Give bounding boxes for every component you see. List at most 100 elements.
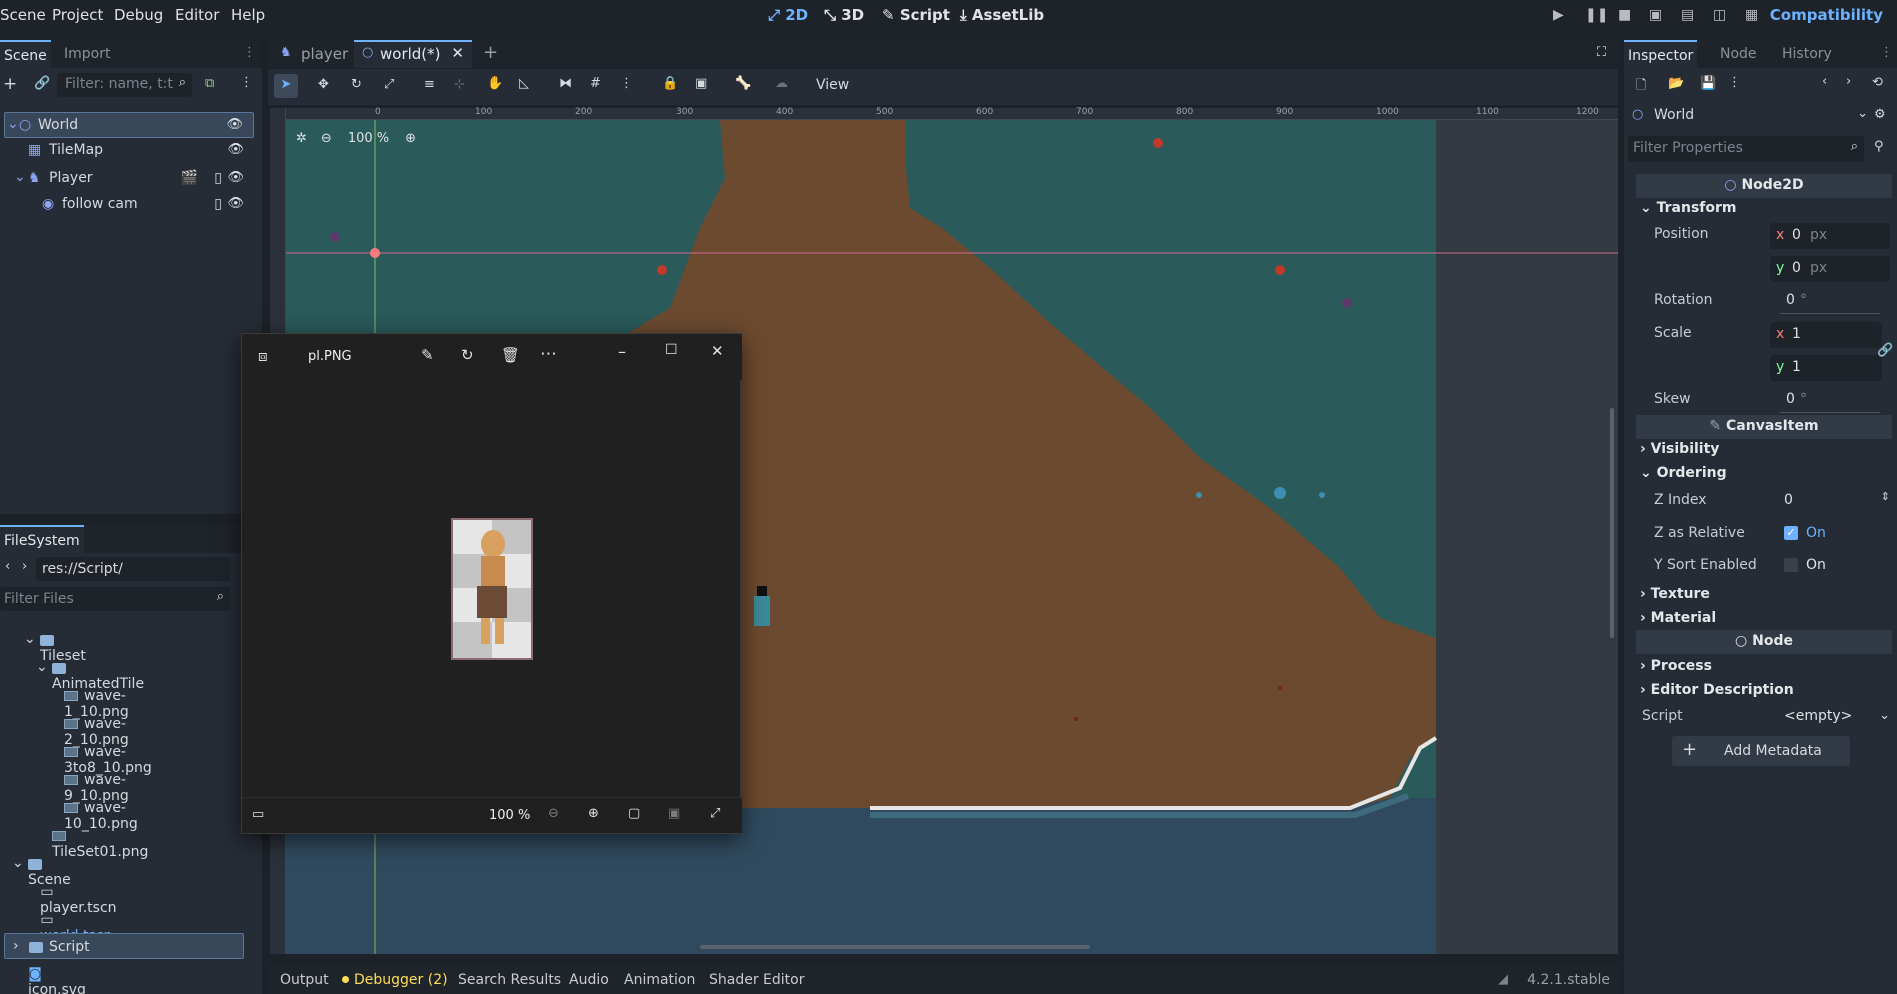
group-ordering[interactable]: ⌄ Ordering: [1640, 465, 1727, 481]
minimize-icon[interactable]: –: [618, 342, 626, 361]
zoom-out-icon[interactable]: ⊖: [321, 131, 332, 146]
rotate-icon[interactable]: ↻: [461, 346, 474, 364]
expand-icon[interactable]: ⌄: [12, 855, 24, 871]
expand-icon[interactable]: ⌄: [7, 116, 19, 132]
view-menu[interactable]: View: [816, 77, 849, 93]
tree-item-world[interactable]: ⌄ ○ World 👁: [4, 112, 254, 138]
tab-history[interactable]: History: [1778, 40, 1836, 68]
more-options-icon[interactable]: ⋯: [540, 344, 557, 364]
stop-icon[interactable]: ■: [1618, 7, 1631, 23]
movie-maker-icon[interactable]: ▦: [1745, 7, 1758, 23]
save-resource-icon[interactable]: 💾: [1700, 76, 1716, 91]
center-view-icon[interactable]: ✲: [296, 131, 307, 146]
z-index-spinbox[interactable]: 0 ⇕: [1776, 488, 1894, 514]
menu-help[interactable]: Help: [231, 6, 265, 24]
tab-debugger[interactable]: Debugger (2): [354, 972, 448, 988]
group-process[interactable]: › Process: [1640, 658, 1712, 674]
scale-y-field[interactable]: y 1: [1770, 355, 1882, 381]
play-scene-icon[interactable]: ▤: [1681, 7, 1694, 23]
dock-menu-icon[interactable]: ⋮: [243, 45, 256, 60]
tab-scene[interactable]: Scene: [0, 40, 51, 68]
resource-menu-icon[interactable]: ⋮: [1728, 75, 1741, 90]
workspace-3d-button[interactable]: ⤡ 3D: [824, 6, 864, 24]
script-icon[interactable]: ▯: [214, 196, 222, 212]
move-mode-icon[interactable]: ✥: [318, 77, 329, 92]
back-icon[interactable]: ‹: [5, 559, 10, 574]
tab-filesystem[interactable]: FileSystem: [0, 525, 84, 553]
smart-snap-icon[interactable]: ⧓: [559, 76, 572, 91]
tree-item-player[interactable]: ⌄ ♞ Player 🎬 ▯ 👁: [4, 166, 254, 192]
object-history-icon[interactable]: ⟲: [1872, 75, 1883, 90]
particles-icon[interactable]: ☁: [775, 76, 788, 91]
play-custom-icon[interactable]: ◫: [1713, 7, 1726, 23]
node-tools-icon[interactable]: ⚙: [1874, 107, 1886, 122]
remote-debug-icon[interactable]: ▣: [1649, 7, 1662, 23]
visibility-eye-icon[interactable]: 👁: [227, 196, 244, 211]
tab-output[interactable]: Output: [280, 972, 329, 988]
tab-audio[interactable]: Audio: [569, 972, 609, 988]
workspace-assetlib-button[interactable]: ⤓ AssetLib: [960, 6, 1044, 24]
open-resource-icon[interactable]: 📂: [1668, 76, 1684, 91]
ruler-mode-icon[interactable]: ◺: [519, 76, 529, 91]
play-icon[interactable]: ▶: [1553, 7, 1564, 23]
fs-path-field[interactable]: res://Script/: [36, 557, 230, 581]
scene-filter-input[interactable]: Filter: name, t:t ⌕: [57, 73, 192, 97]
node-selector[interactable]: ○ World ⌄: [1628, 104, 1868, 128]
skew-slider[interactable]: 0 °: [1780, 389, 1880, 413]
pan-mode-icon[interactable]: ✋: [487, 76, 503, 91]
visibility-eye-icon[interactable]: 👁: [227, 142, 244, 157]
position-y-field[interactable]: y 0 px: [1770, 256, 1890, 282]
filter-options-icon[interactable]: ⚲: [1874, 139, 1884, 154]
zoom-level[interactable]: 100 %: [348, 131, 389, 146]
menu-editor[interactable]: Editor: [175, 6, 219, 24]
fit-window-icon[interactable]: ▢: [628, 806, 640, 821]
open-scene-icon[interactable]: 🎬: [181, 170, 198, 186]
z-relative-checkbox[interactable]: ✓ On: [1776, 522, 1886, 546]
workspace-script-button[interactable]: ✎ Script: [882, 6, 950, 24]
spin-arrows-icon[interactable]: ⇕: [1881, 490, 1890, 503]
scale-x-field[interactable]: x 1: [1770, 322, 1882, 348]
link-icon[interactable]: 🔗: [34, 76, 50, 91]
snap-options-icon[interactable]: ⋮: [620, 76, 633, 91]
zoom-out-icon[interactable]: ⊖: [548, 806, 559, 821]
visibility-eye-icon[interactable]: 👁: [227, 170, 244, 185]
tab-node[interactable]: Node: [1716, 40, 1761, 68]
visibility-eye-icon[interactable]: 👁: [226, 117, 243, 132]
tab-world[interactable]: ○ world(*) ✕: [354, 40, 472, 68]
close-icon[interactable]: ✕: [711, 342, 724, 360]
history-forward-icon[interactable]: ›: [1846, 74, 1851, 89]
scale-mode-icon[interactable]: ⤢: [384, 77, 394, 92]
script-resource-picker[interactable]: <empty> ⌄: [1776, 704, 1892, 730]
new-resource-icon[interactable]: 🗋: [1636, 76, 1646, 98]
grid-snap-icon[interactable]: #: [590, 76, 601, 91]
list-select-icon[interactable]: ≡: [424, 77, 435, 92]
zoom-in-icon[interactable]: ⊕: [588, 806, 599, 821]
fullscreen-icon[interactable]: ⤢: [710, 806, 720, 821]
collapse-icon[interactable]: ›: [13, 938, 19, 954]
add-node-icon[interactable]: +: [3, 74, 17, 94]
link-scale-icon[interactable]: 🔗: [1877, 343, 1893, 358]
actual-size-icon[interactable]: ▣: [668, 806, 680, 821]
maximize-icon[interactable]: ☐: [665, 342, 678, 358]
pause-icon[interactable]: ❚❚: [1585, 7, 1608, 23]
menu-project[interactable]: Project: [52, 6, 103, 24]
rotation-slider[interactable]: 0 °: [1780, 290, 1880, 314]
group-material[interactable]: › Material: [1640, 610, 1716, 626]
position-x-field[interactable]: x 0 px: [1770, 223, 1890, 249]
forward-icon[interactable]: ›: [22, 559, 27, 574]
fs-filter-input[interactable]: Filter Files ⌕: [0, 587, 230, 611]
script-icon[interactable]: ▯: [214, 170, 222, 186]
tree-item-tilemap[interactable]: ▦ TileMap 👁: [4, 138, 254, 164]
tab-import[interactable]: Import: [60, 40, 114, 68]
bone-icon[interactable]: 🦴: [735, 76, 751, 91]
menu-scene[interactable]: Scene: [0, 6, 46, 24]
expand-icon[interactable]: ⌄: [14, 169, 26, 185]
tab-animation[interactable]: Animation: [624, 972, 695, 988]
workspace-2d-button[interactable]: ⤢ 2D: [768, 6, 808, 24]
rotate-mode-icon[interactable]: ↻: [351, 77, 362, 92]
tab-player[interactable]: player: [301, 45, 348, 63]
filmstrip-icon[interactable]: ▭: [252, 807, 264, 822]
instance-scene-icon[interactable]: ⧉: [205, 76, 214, 91]
zoom-in-icon[interactable]: ⊕: [405, 131, 416, 146]
dock-menu-icon[interactable]: ⋮: [1880, 45, 1893, 60]
